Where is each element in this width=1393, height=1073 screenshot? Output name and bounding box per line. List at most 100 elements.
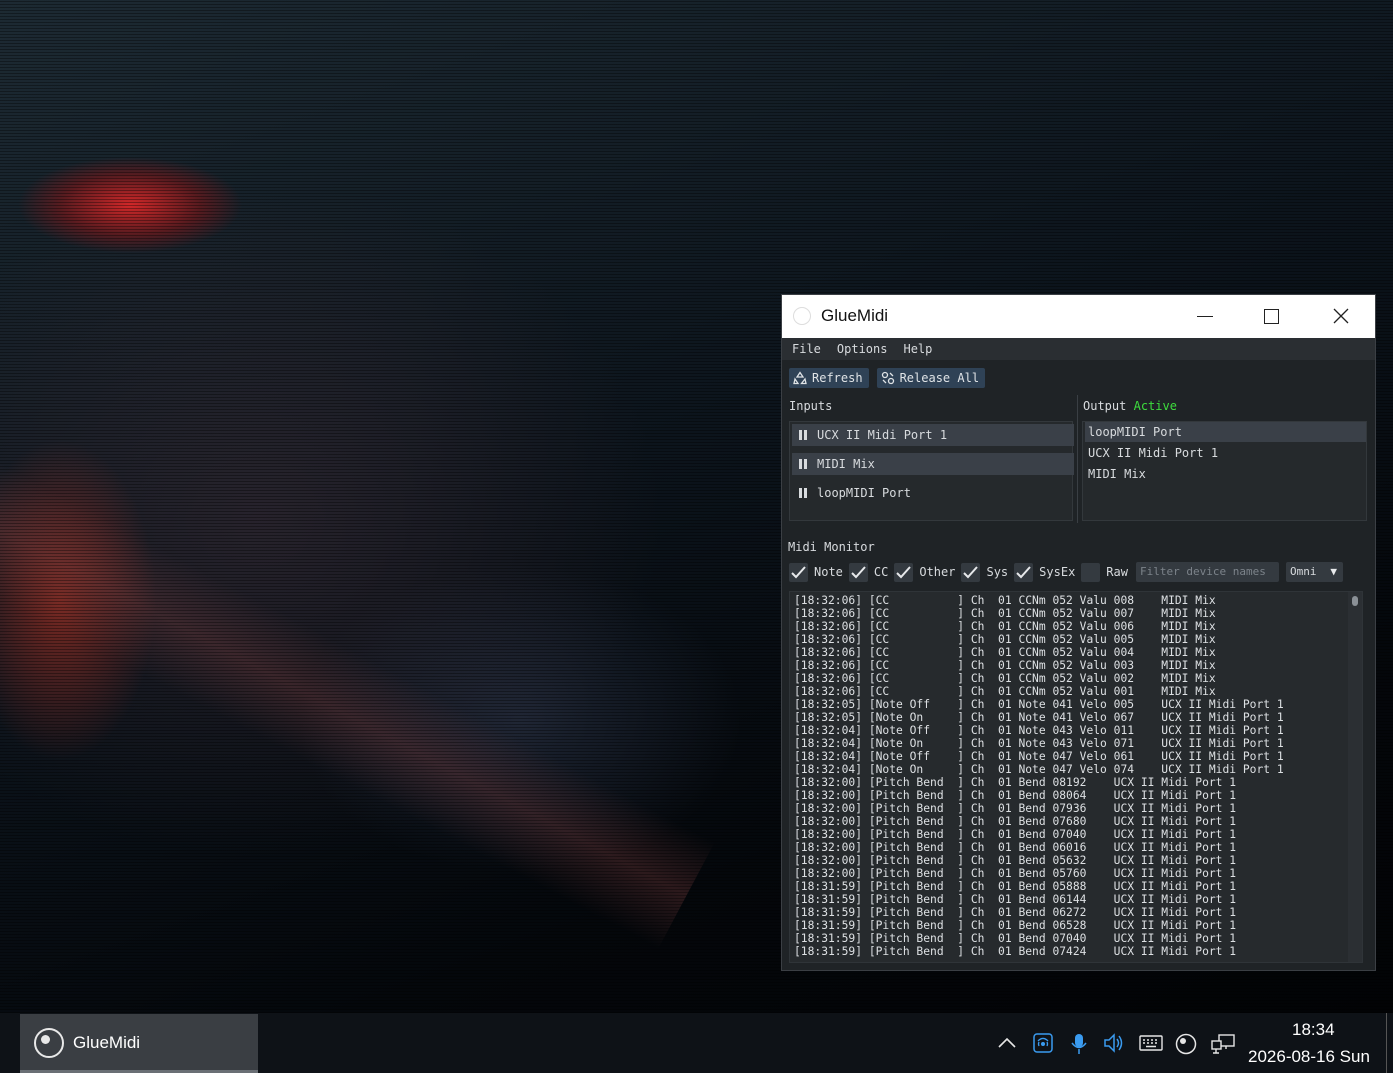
taskbar-app-gluemidi[interactable]: GlueMidi [20, 1014, 258, 1073]
log-scrollbar[interactable] [1348, 592, 1362, 962]
log-line: [18:32:00] [Pitch Bend ] Ch 01 Bend 0576… [794, 867, 1237, 880]
input-item[interactable]: MIDI Mix [792, 453, 1074, 475]
filter-label: SysEx [1039, 565, 1076, 579]
input-name: UCX II Midi Port 1 [817, 428, 948, 442]
check-icon [791, 565, 806, 578]
speaker-icon[interactable] [1103, 1033, 1125, 1053]
log-line: [18:31:59] [Pitch Bend ] Ch 01 Bend 0627… [794, 906, 1237, 919]
close-icon [1333, 308, 1349, 324]
filter-cc-checkbox[interactable]: CC [848, 562, 888, 582]
gluemidi-window: GlueMidi File Options Help Refresh Relea… [781, 294, 1376, 971]
panel-divider [1077, 395, 1078, 523]
show-desktop-button[interactable] [1386, 1013, 1387, 1073]
log-line: [18:32:00] [Pitch Bend ] Ch 01 Bend 0768… [794, 815, 1237, 828]
input-item[interactable]: UCX II Midi Port 1 [792, 424, 1074, 446]
keyboard-icon[interactable] [1139, 1033, 1163, 1053]
filter-label: Other [919, 565, 956, 579]
release-all-button[interactable]: Release All [876, 368, 986, 388]
log-line: [18:32:00] [Pitch Bend ] Ch 01 Bend 0819… [794, 776, 1237, 789]
menu-bar: File Options Help [782, 338, 1375, 360]
recycle-icon [793, 371, 807, 385]
output-item[interactable]: loopMIDI Port [1085, 422, 1366, 442]
log-line: [18:32:00] [Pitch Bend ] Ch 01 Bend 0806… [794, 789, 1237, 802]
chevron-up-icon[interactable] [997, 1033, 1017, 1053]
log-line: [18:32:06] [CC ] Ch 01 CCNm 052 Valu 008… [794, 594, 1216, 607]
maximize-button[interactable] [1237, 295, 1305, 338]
log-line: [18:32:05] [Note Off ] Ch 01 Note 041 Ve… [794, 698, 1284, 711]
title-bar[interactable]: GlueMidi [782, 295, 1375, 338]
taskbar-app-label: GlueMidi [73, 1033, 141, 1052]
log-line: [18:32:00] [Pitch Bend ] Ch 01 Bend 0563… [794, 854, 1237, 867]
pause-icon[interactable] [799, 459, 807, 469]
log-line: [18:32:06] [CC ] Ch 01 CCNm 052 Valu 006… [794, 620, 1216, 633]
microphone-icon[interactable] [1069, 1033, 1089, 1055]
gluemidi-tray-icon[interactable] [1175, 1033, 1197, 1055]
minimize-button[interactable] [1168, 295, 1236, 338]
log-line: [18:31:59] [Pitch Bend ] Ch 01 Bend 0742… [794, 945, 1237, 958]
log-line: [18:32:00] [Pitch Bend ] Ch 01 Bend 0704… [794, 828, 1237, 841]
filter-raw-checkbox[interactable]: Raw [1081, 562, 1128, 582]
log-line: [18:31:59] [Pitch Bend ] Ch 01 Bend 0652… [794, 919, 1237, 932]
input-item[interactable]: loopMIDI Port [792, 482, 1074, 504]
midi-monitor-heading: Midi Monitor [788, 540, 875, 554]
scrollbar-thumb[interactable] [1352, 596, 1358, 606]
log-line: [18:32:04] [Note Off ] Ch 01 Note 047 Ve… [794, 750, 1284, 763]
log-line: [18:32:06] [CC ] Ch 01 CCNm 052 Valu 003… [794, 659, 1216, 672]
network-icon[interactable] [1210, 1033, 1236, 1055]
menu-options[interactable]: Options [837, 338, 896, 360]
clock-time[interactable]: 18:34 [1292, 1020, 1335, 1040]
refresh-label: Refresh [812, 371, 863, 385]
check-icon [1016, 565, 1031, 578]
log-line: [18:32:05] [Note On ] Ch 01 Note 041 Vel… [794, 711, 1284, 724]
output-heading: Output Active [1083, 399, 1177, 413]
log-line: [18:32:06] [CC ] Ch 01 CCNm 052 Valu 007… [794, 607, 1216, 620]
pause-icon[interactable] [799, 488, 807, 498]
inputs-list: UCX II Midi Port 1 MIDI Mix loopMIDI Por… [789, 421, 1074, 521]
log-line: [18:32:00] [Pitch Bend ] Ch 01 Bend 0601… [794, 841, 1237, 854]
midi-log[interactable]: [18:32:06] [CC ] Ch 01 CCNm 052 Valu 008… [789, 591, 1363, 963]
log-line: [18:31:59] [Pitch Bend ] Ch 01 Bend 0704… [794, 932, 1237, 945]
release-all-label: Release All [899, 371, 980, 385]
monitor-filters: Note CC Other Sys SysEx Raw Filter devic… [789, 561, 1343, 583]
log-line: [18:32:00] [Pitch Bend ] Ch 01 Bend 0793… [794, 802, 1237, 815]
log-line: [18:32:06] [CC ] Ch 01 CCNm 052 Valu 004… [794, 646, 1216, 659]
input-name: MIDI Mix [817, 457, 875, 471]
unlink-icon [881, 371, 894, 385]
dropdown-arrow-icon: ▼ [1330, 565, 1337, 578]
input-name: loopMIDI Port [817, 486, 911, 500]
output-item[interactable]: UCX II Midi Port 1 [1085, 443, 1366, 463]
output-item[interactable]: MIDI Mix [1085, 464, 1366, 484]
clock-date[interactable]: 2026-08-16 Sun [1248, 1047, 1370, 1067]
log-line: [18:32:04] [Note On ] Ch 01 Note 047 Vel… [794, 763, 1284, 776]
outputs-list: loopMIDI Port UCX II Midi Port 1 MIDI Mi… [1082, 421, 1367, 521]
channel-select[interactable]: Omni ▼ [1285, 562, 1343, 582]
menu-help[interactable]: Help [903, 338, 940, 360]
app-icon [793, 307, 811, 325]
check-icon [896, 565, 912, 578]
taskbar: GlueMidi 18:34 2026-08-16 Sun [0, 1013, 1393, 1073]
filter-note-checkbox[interactable]: Note [789, 562, 843, 582]
pause-icon[interactable] [799, 430, 807, 440]
close-button[interactable] [1307, 295, 1375, 338]
window-title: GlueMidi [821, 306, 889, 325]
filter-label: Note [814, 565, 843, 579]
filter-sysex-checkbox[interactable]: SysEx [1014, 562, 1076, 582]
filter-label: Sys [986, 565, 1009, 579]
device-filter-input[interactable]: Filter device names [1135, 562, 1279, 582]
output-label: Output [1083, 399, 1127, 413]
log-line: [18:31:59] [Pitch Bend ] Ch 01 Bend 0588… [794, 880, 1237, 893]
log-line: [18:32:06] [CC ] Ch 01 CCNm 052 Valu 005… [794, 633, 1216, 646]
refresh-button[interactable]: Refresh [789, 368, 869, 388]
inputs-heading: Inputs [789, 399, 833, 413]
output-status: Active [1133, 399, 1177, 413]
filter-sys-checkbox[interactable]: Sys [961, 562, 1009, 582]
midi-log-lines: [18:32:06] [CC ] Ch 01 CCNm 052 Valu 008… [794, 594, 1284, 958]
gluemidi-app-icon [34, 1028, 64, 1058]
log-line: [18:31:59] [Pitch Bend ] Ch 01 Bend 0614… [794, 893, 1237, 906]
wireless-icon[interactable] [1033, 1033, 1053, 1053]
log-line: [18:32:04] [Note On ] Ch 01 Note 043 Vel… [794, 737, 1284, 750]
menu-file[interactable]: File [792, 338, 829, 360]
check-icon [963, 565, 979, 578]
toolbar: Refresh Release All [789, 368, 986, 388]
filter-other-checkbox[interactable]: Other [894, 562, 956, 582]
